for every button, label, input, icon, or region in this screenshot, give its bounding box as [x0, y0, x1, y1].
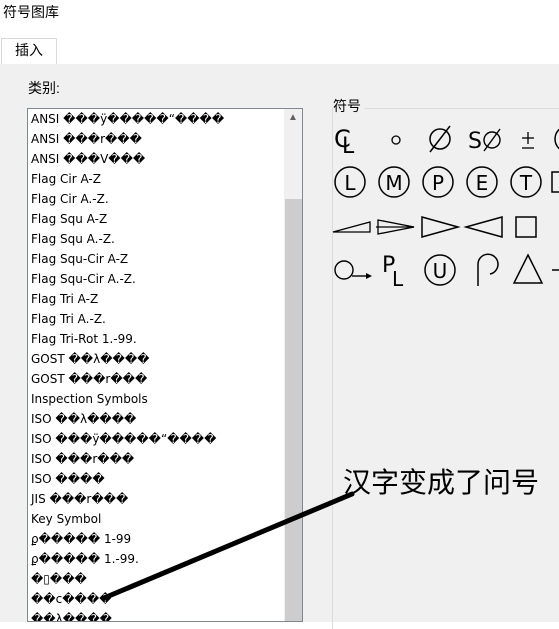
taper-symbol[interactable]: [332, 210, 371, 246]
list-item[interactable]: Flag Tri A.-Z.: [30, 309, 284, 329]
projected-tolerance-symbol[interactable]: PL: [380, 250, 416, 291]
list-item[interactable]: GOST ��λ����: [30, 349, 284, 369]
tab-strip: 插入: [0, 36, 559, 65]
list-item[interactable]: Flag Squ-Cir A-Z: [30, 249, 284, 269]
circle-p-symbol[interactable]: P: [420, 164, 456, 200]
slope-arrow-symbol[interactable]: [376, 210, 415, 246]
list-item[interactable]: ISO ���ÿ�����“����: [30, 429, 284, 449]
tab-insert[interactable]: 插入: [1, 38, 57, 64]
circle-u-symbol[interactable]: U: [422, 252, 458, 288]
svg-text:L: L: [392, 267, 404, 291]
list-item[interactable]: ��c����: [30, 589, 284, 609]
svg-text:M: M: [385, 171, 402, 195]
circle-m-symbol[interactable]: M: [376, 164, 412, 200]
flag-box-symbol[interactable]: [550, 164, 559, 200]
triangle-right-symbol[interactable]: [420, 210, 461, 246]
circle-e-symbol[interactable]: E: [464, 164, 500, 200]
circle-l-symbol[interactable]: L: [332, 164, 368, 200]
free-state-symbol[interactable]: [470, 250, 506, 286]
list-item[interactable]: Flag Cir A.-Z.: [30, 189, 284, 209]
plus-minus-symbol[interactable]: [510, 120, 546, 156]
list-item[interactable]: �▯���: [30, 569, 284, 589]
degree-symbol[interactable]: [378, 120, 414, 156]
list-item[interactable]: Flag Tri-Rot 1.-99.: [30, 329, 284, 349]
svg-text:L: L: [344, 171, 356, 195]
list-item[interactable]: Flag Tri A-Z: [30, 289, 284, 309]
list-item[interactable]: Inspection Symbols: [30, 389, 284, 409]
list-scrollbar[interactable]: ▲: [284, 109, 302, 621]
category-label: 类别:: [28, 80, 60, 96]
svg-text:S: S: [468, 129, 482, 154]
circle-arrow-symbol[interactable]: [332, 252, 372, 288]
symbol-grid: CL S L M P E T P L U: [330, 116, 559, 296]
list-item[interactable]: ISO ���r���: [30, 449, 284, 469]
list-item[interactable]: ANSI ���ÿ�����“����: [30, 109, 284, 129]
list-item[interactable]: GOST ���r���: [30, 369, 284, 389]
triangle-up-symbol[interactable]: [510, 252, 546, 288]
symbol-group-label: 符号: [333, 96, 365, 116]
spherical-diameter-symbol[interactable]: S: [466, 120, 502, 156]
svg-text:P: P: [432, 171, 444, 195]
square-symbol[interactable]: [514, 210, 550, 246]
list-item[interactable]: Flag Cir A-Z: [30, 169, 284, 189]
list-item[interactable]: Flag Squ A-Z: [30, 209, 284, 229]
scroll-up-arrow-icon[interactable]: ▲: [284, 109, 302, 127]
annotation-text: 汉字变成了问号: [343, 466, 540, 499]
triangle-left-symbol[interactable]: [463, 210, 503, 246]
svg-text:E: E: [476, 171, 489, 195]
circle-t-symbol[interactable]: T: [508, 164, 544, 200]
category-list: ANSI ���ÿ�����“���� ANSI ���r��� ANSI ��…: [30, 109, 284, 621]
list-item[interactable]: ISO ����: [30, 469, 284, 489]
scroll-thumb[interactable]: [285, 199, 302, 621]
list-item[interactable]: ANSI ���V���: [30, 149, 284, 169]
list-item[interactable]: ANSI ���r���: [30, 129, 284, 149]
diameter-symbol[interactable]: [422, 120, 458, 156]
list-item[interactable]: JIS ���r���: [30, 489, 284, 509]
centerline-symbol[interactable]: CL: [332, 120, 368, 159]
partial-circle-symbol[interactable]: [550, 120, 559, 156]
category-listbox[interactable]: ANSI ���ÿ�����“���� ANSI ���r��� ANSI ��…: [27, 108, 303, 622]
list-item[interactable]: ISO ��λ����: [30, 409, 284, 429]
list-item[interactable]: Key Symbol: [30, 509, 284, 529]
list-item[interactable]: ϼ����� 1-99: [30, 529, 284, 549]
list-item[interactable]: Flag Squ-Cir A.-Z.: [30, 269, 284, 289]
list-item[interactable]: ϼ����� 1.-99.: [30, 549, 284, 569]
list-item[interactable]: Flag Squ A.-Z.: [30, 229, 284, 249]
dash-symbol[interactable]: [548, 252, 559, 288]
svg-text:L: L: [342, 134, 355, 159]
list-item[interactable]: ��λ����: [30, 609, 284, 621]
svg-text:T: T: [519, 171, 533, 195]
window-title: 符号图库: [3, 4, 59, 20]
svg-text:U: U: [433, 259, 448, 283]
title-bar: 符号图库: [0, 0, 559, 22]
